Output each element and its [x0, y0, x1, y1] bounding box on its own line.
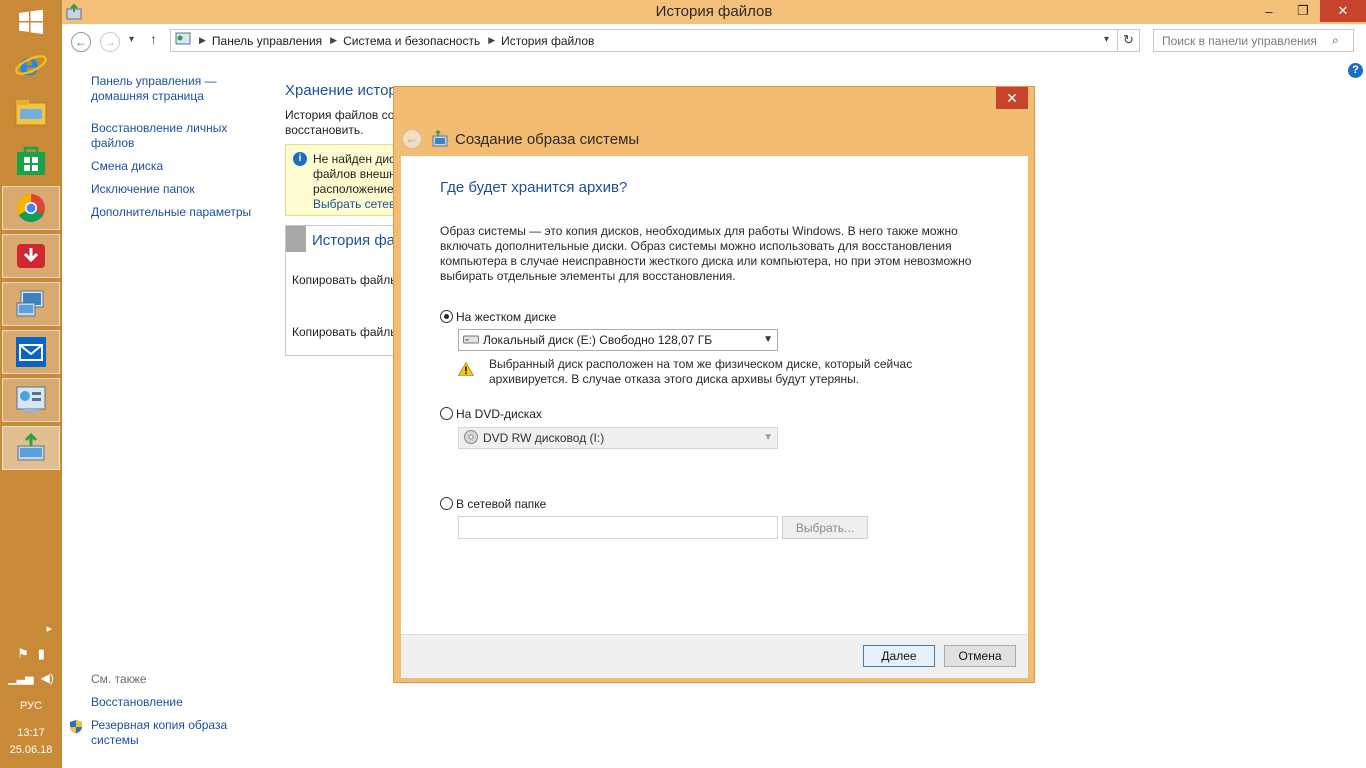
breadcrumb-separator-icon[interactable]: ▶ [330, 35, 337, 46]
info-icon: i [293, 152, 307, 166]
chevron-down-icon: ▼ [763, 432, 773, 443]
action-center-flag-icon[interactable]: ⚑ [17, 646, 29, 661]
link-change-drive[interactable]: Смена диска [91, 159, 276, 174]
network-path-input[interactable] [458, 516, 778, 539]
tray-expand-icon[interactable]: ▸ [0, 622, 62, 635]
link-recovery[interactable]: Восстановление [91, 695, 183, 709]
dialog-header: ← Создание образа системы [402, 121, 639, 157]
back-button[interactable]: ← [71, 32, 91, 52]
breadcrumb-file-history[interactable]: История файлов [501, 34, 594, 48]
forward-button[interactable]: → [100, 32, 120, 52]
help-icon[interactable]: ? [1348, 63, 1363, 78]
dialog-body: Где будет хранится архив? Образ системы … [401, 156, 1028, 634]
warning-icon [457, 361, 475, 379]
internet-explorer-icon[interactable]: e [2, 42, 60, 86]
backup-icon [431, 129, 449, 150]
clock-date[interactable]: 25.06.18 [0, 744, 62, 756]
taskbar: e ▸ ⚑ ▮ ▁▃▅ ◀) РУС 13:17 25.06.18 [0, 0, 62, 768]
tray-icons-row1: ⚑ ▮ [0, 646, 62, 662]
battery-icon[interactable]: ▮ [38, 646, 45, 661]
refresh-icon[interactable]: ↻ [1117, 30, 1139, 51]
up-button[interactable]: ↑ [150, 31, 157, 47]
label-dvd[interactable]: На DVD-дисках [456, 407, 542, 421]
label-network-folder[interactable]: В сетевой папке [456, 497, 546, 511]
mail-icon[interactable] [2, 330, 60, 374]
info-line: файлов внешн [313, 167, 396, 181]
navigation-bar: ← → ▾ ↑ ▶ Панель управления ▶ Система и … [62, 24, 1366, 58]
address-dropdown-icon[interactable]: ▾ [1104, 34, 1109, 45]
section-title: История фа [312, 232, 396, 249]
search-icon[interactable]: ⌕ [1332, 33, 1339, 48]
drive-icon [463, 333, 479, 347]
chevron-down-icon: ▼ [763, 334, 773, 345]
recent-locations-dropdown[interactable]: ▾ [129, 34, 134, 45]
system-image-description: Образ системы — это копия дисков, необхо… [440, 224, 972, 283]
dvd-drive-icon [463, 429, 479, 447]
dvd-selected-value: DVD RW дисковод (I:) [483, 431, 605, 445]
link-exclude-folders[interactable]: Исключение папок [91, 182, 276, 197]
download-manager-icon[interactable] [2, 234, 60, 278]
uac-shield-icon [69, 719, 83, 737]
left-pane: Панель управления — домашняя страница Во… [91, 74, 276, 228]
dialog-close-button[interactable]: ✕ [996, 87, 1028, 109]
create-system-image-dialog: ✕ ← Создание образа системы Где будет хр… [393, 86, 1035, 683]
radio-hard-disk[interactable] [440, 310, 453, 323]
maximize-button[interactable]: ❐ [1286, 0, 1320, 22]
dvd-select[interactable]: DVD RW дисковод (I:) ▼ [458, 427, 778, 449]
address-bar[interactable]: ▶ Панель управления ▶ Система и безопасн… [170, 29, 1140, 52]
window-titlebar: История файлов – ❐ ✕ [62, 0, 1366, 24]
dialog-title: Создание образа системы [455, 130, 640, 148]
chrome-icon[interactable] [2, 186, 60, 230]
minimize-button[interactable]: – [1252, 0, 1286, 22]
file-history-section: История фа Копировать файлы Копировать ф… [285, 225, 405, 356]
same-disk-warning: Выбранный диск расположен на том же физи… [489, 357, 913, 386]
link-system-image-backup[interactable]: Резервная копия образа системы [91, 718, 241, 748]
windows-logo-icon [19, 9, 43, 35]
section-header-bar [286, 226, 306, 252]
tray-icons-row2: ▁▃▅ ◀) [0, 671, 62, 685]
start-button[interactable] [2, 0, 60, 44]
next-button[interactable]: Далее [863, 645, 935, 667]
hard-disk-select[interactable]: Локальный диск (E:) Свободно 128,07 ГБ ▼ [458, 329, 778, 351]
info-line: расположение [313, 182, 394, 196]
store-icon[interactable] [2, 138, 60, 182]
main-heading: Хранение истор [285, 82, 397, 99]
file-history-taskbar-icon[interactable] [2, 426, 60, 470]
dialog-footer: Далее Отмена [401, 634, 1028, 678]
link-restore-personal-files[interactable]: Восстановление личных файлов [91, 121, 231, 151]
copy-files-row: Копировать файлы [292, 325, 399, 339]
see-also-label: См. также [91, 672, 147, 686]
link-control-panel-home[interactable]: Панель управления — домашняя страница [91, 74, 221, 104]
breadcrumb-separator-icon[interactable]: ▶ [199, 35, 206, 46]
control-panel-icon[interactable] [2, 378, 60, 422]
remote-desktop-icon[interactable] [2, 282, 60, 326]
question-heading: Где будет хранится архив? [440, 179, 628, 196]
window-title: История файлов [655, 3, 773, 20]
input-language[interactable]: РУС [0, 700, 62, 712]
breadcrumb-system-security[interactable]: Система и безопасность [343, 34, 480, 48]
clock-time[interactable]: 13:17 [0, 727, 62, 739]
dialog-back-button[interactable]: ← [402, 129, 422, 149]
radio-network-folder[interactable] [440, 497, 453, 510]
info-line: Не найден дис [313, 152, 396, 166]
breadcrumb-control-panel[interactable]: Панель управления [212, 34, 322, 48]
info-banner: i Не найден дис файлов внешн расположени… [285, 144, 405, 216]
control-panel-icon [175, 31, 191, 50]
breadcrumb-separator-icon[interactable]: ▶ [488, 35, 495, 46]
volume-icon[interactable]: ◀) [41, 671, 54, 685]
main-description: История файлов со восстановить. [285, 108, 395, 137]
copy-files-row: Копировать файлы [292, 273, 399, 287]
select-network-location-link[interactable]: Выбрать сетев [313, 197, 396, 212]
link-advanced-settings[interactable]: Дополнительные параметры [91, 205, 276, 220]
close-button[interactable]: ✕ [1320, 0, 1366, 22]
hard-disk-selected-value: Локальный диск (E:) Свободно 128,07 ГБ [483, 333, 713, 347]
label-hard-disk[interactable]: На жестком диске [456, 310, 556, 324]
network-signal-icon[interactable]: ▁▃▅ [8, 673, 33, 685]
radio-dvd[interactable] [440, 407, 453, 420]
search-input[interactable]: Поиск в панели управления [1153, 29, 1354, 52]
file-explorer-icon[interactable] [2, 90, 60, 134]
browse-button[interactable]: Выбрать... [782, 516, 868, 539]
cancel-button[interactable]: Отмена [944, 645, 1016, 667]
